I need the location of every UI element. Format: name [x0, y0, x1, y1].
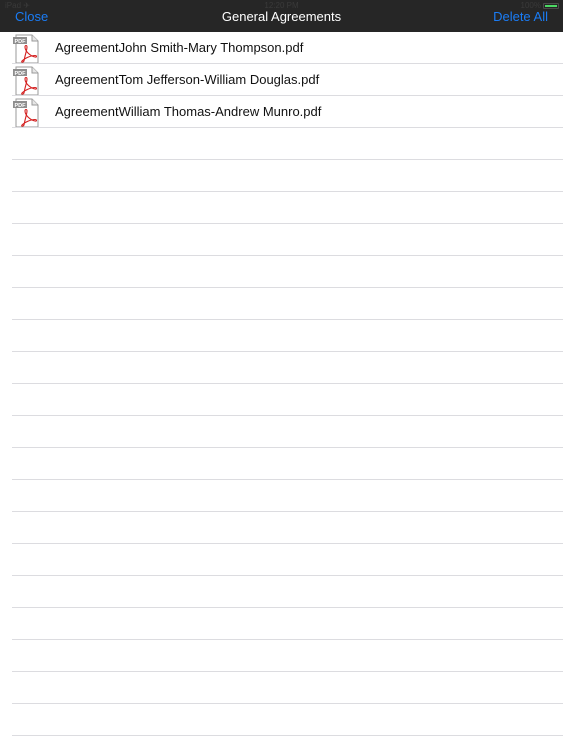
file-name: AgreementWilliam Thomas-Andrew Munro.pdf: [55, 104, 322, 119]
pdf-file-icon: PDF: [13, 34, 39, 64]
empty-row: [0, 160, 563, 192]
navigation-bar: iPad ✈ 12:20 PM 100% Close General Agree…: [0, 0, 563, 32]
svg-text:PDF: PDF: [15, 71, 27, 77]
battery-fill: [545, 4, 557, 7]
file-row[interactable]: PDF AgreementJohn Smith-Mary Thompson.pd…: [0, 32, 563, 64]
empty-row: [0, 384, 563, 416]
svg-text:PDF: PDF: [15, 39, 27, 45]
empty-row: [0, 416, 563, 448]
pdf-file-icon: PDF: [13, 66, 39, 96]
empty-row: [0, 352, 563, 384]
empty-row: [0, 640, 563, 672]
delete-all-button[interactable]: Delete All: [493, 9, 548, 25]
empty-row: [0, 320, 563, 352]
pdf-file-icon: PDF: [13, 98, 39, 128]
empty-row: [0, 448, 563, 480]
empty-row: [0, 608, 563, 640]
file-row[interactable]: PDF AgreementTom Jefferson-William Dougl…: [0, 64, 563, 96]
empty-row: [0, 704, 563, 736]
empty-row: [0, 224, 563, 256]
empty-row: [0, 672, 563, 704]
empty-row: [0, 512, 563, 544]
file-row[interactable]: PDF AgreementWilliam Thomas-Andrew Munro…: [0, 96, 563, 128]
file-list: PDF AgreementJohn Smith-Mary Thompson.pd…: [0, 32, 563, 750]
empty-row: [0, 192, 563, 224]
page-title: General Agreements: [221, 9, 342, 24]
app-screen: iPad ✈ 12:20 PM 100% Close General Agree…: [0, 0, 563, 750]
battery-icon: [543, 2, 559, 9]
empty-row: [0, 480, 563, 512]
row-divider: [12, 735, 563, 736]
empty-row: [0, 128, 563, 160]
svg-text:PDF: PDF: [15, 103, 27, 109]
empty-row: [0, 544, 563, 576]
empty-row: [0, 256, 563, 288]
file-name: AgreementTom Jefferson-William Douglas.p…: [55, 72, 320, 87]
empty-row: [0, 288, 563, 320]
file-name: AgreementJohn Smith-Mary Thompson.pdf: [55, 40, 304, 55]
empty-row: [0, 576, 563, 608]
